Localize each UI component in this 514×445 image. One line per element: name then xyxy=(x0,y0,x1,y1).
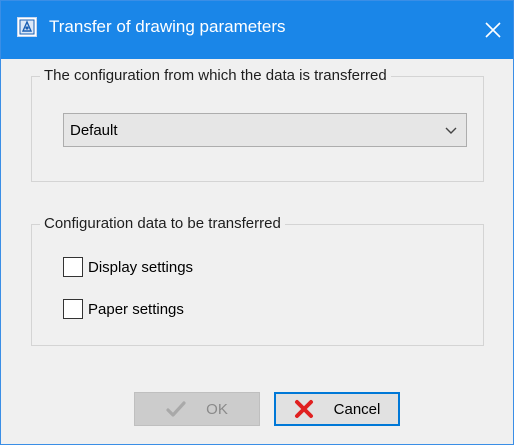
cancel-button[interactable]: Cancel xyxy=(274,392,400,426)
checkmark-icon xyxy=(166,401,186,417)
transfer-data-legend: Configuration data to be transferred xyxy=(40,214,285,234)
configuration-dropdown-value: Default xyxy=(70,122,118,139)
display-settings-label: Display settings xyxy=(88,258,194,276)
configuration-dropdown[interactable]: Default xyxy=(63,113,467,147)
paper-settings-label: Paper settings xyxy=(88,300,184,318)
paper-settings-checkbox[interactable] xyxy=(63,299,83,319)
paper-settings-option[interactable]: Paper settings xyxy=(63,298,184,320)
chevron-down-icon xyxy=(445,127,457,134)
ok-button-label: OK xyxy=(206,400,228,418)
display-settings-checkbox[interactable] xyxy=(63,257,83,277)
title-bar[interactable]: Transfer of drawing parameters xyxy=(1,1,513,59)
ok-button[interactable]: OK xyxy=(134,392,260,426)
drawing-parameters-icon xyxy=(17,17,37,37)
close-button[interactable] xyxy=(473,1,513,59)
close-icon xyxy=(485,22,501,38)
red-x-icon xyxy=(294,400,313,418)
display-settings-option[interactable]: Display settings xyxy=(63,256,193,278)
transfer-data-group: Configuration data to be transferred xyxy=(31,214,484,346)
cancel-button-label: Cancel xyxy=(333,400,381,418)
window-title: Transfer of drawing parameters xyxy=(49,17,286,36)
dialog-window: Transfer of drawing parameters The confi… xyxy=(0,0,514,445)
source-configuration-legend: The configuration from which the data is… xyxy=(40,66,391,86)
